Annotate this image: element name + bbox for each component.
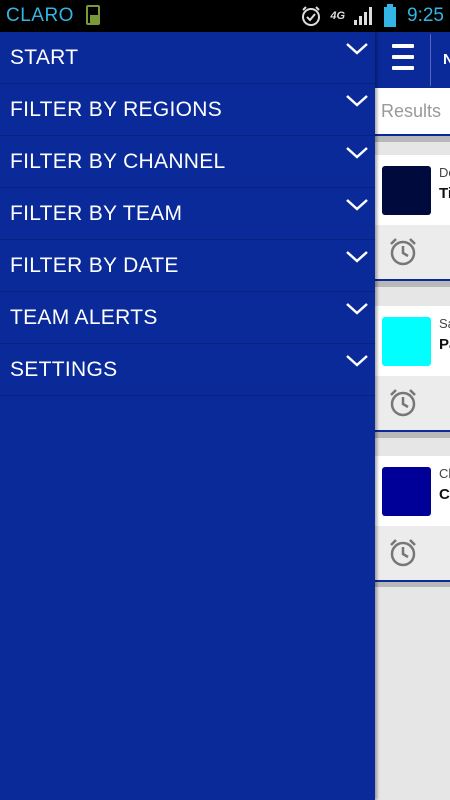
menu-item-filter-by-team[interactable]: FILTER BY TEAM — [0, 188, 375, 240]
menu-item-filter-by-date[interactable]: FILTER BY DATE — [0, 240, 375, 292]
menu-item-label: FILTER BY REGIONS — [10, 97, 223, 121]
team-color-swatch — [382, 317, 431, 366]
menu-item-settings[interactable]: SETTINGS — [0, 344, 375, 396]
battery-icon — [384, 4, 397, 27]
card-divider — [375, 432, 450, 438]
sim-card-icon — [85, 5, 100, 25]
toolbar-title: N — [443, 51, 450, 68]
menu-item-label: SETTINGS — [10, 357, 118, 381]
carrier-name: CLARO — [6, 5, 74, 26]
card-title: Pa — [439, 336, 450, 353]
toolbar-divider — [430, 34, 431, 86]
card-subtitle: Cl — [439, 466, 450, 481]
result-card[interactable]: De Ti — [375, 155, 450, 283]
card-subtitle: Sa — [439, 316, 450, 331]
status-icons: 4G 9:25 — [300, 0, 444, 32]
card-divider — [375, 136, 450, 142]
chevron-down-icon[interactable] — [345, 354, 369, 368]
card-footer — [375, 225, 450, 279]
alarm-clock-icon[interactable] — [388, 237, 418, 267]
chevron-down-icon[interactable] — [345, 146, 369, 160]
alarm-clock-icon[interactable] — [388, 388, 418, 418]
menu-item-start[interactable]: START — [0, 32, 375, 84]
chevron-down-icon[interactable] — [345, 198, 369, 212]
hamburger-menu-icon[interactable] — [392, 44, 414, 76]
card-title: Ti — [439, 185, 450, 202]
card-title: C — [439, 486, 450, 503]
card-footer — [375, 526, 450, 580]
menu-item-label: TEAM ALERTS — [10, 305, 158, 329]
card-divider — [375, 582, 450, 587]
navigation-drawer: START FILTER BY REGIONS FILTER BY CHANNE… — [0, 32, 375, 800]
team-color-swatch — [382, 166, 431, 215]
clock-time: 9:25 — [407, 5, 444, 26]
results-search-input[interactable]: Results — [375, 88, 450, 136]
alarm-clock-icon[interactable] — [388, 538, 418, 568]
chevron-down-icon[interactable] — [345, 302, 369, 316]
result-card[interactable]: Sa Pa — [375, 306, 450, 434]
card-divider — [375, 281, 450, 287]
search-placeholder: Results — [381, 101, 442, 121]
result-card[interactable]: Cl C — [375, 456, 450, 584]
menu-item-filter-by-channel[interactable]: FILTER BY CHANNEL — [0, 136, 375, 188]
menu-item-label: START — [10, 45, 79, 69]
menu-item-team-alerts[interactable]: TEAM ALERTS — [0, 292, 375, 344]
status-bar: CLARO 4G 9:25 — [0, 0, 450, 32]
card-footer — [375, 376, 450, 430]
chevron-down-icon[interactable] — [345, 94, 369, 108]
menu-item-label: FILTER BY DATE — [10, 253, 179, 277]
screen: CLARO 4G 9:25 N Results D T S P C C STAR… — [0, 0, 450, 800]
menu-item-filter-by-regions[interactable]: FILTER BY REGIONS — [0, 84, 375, 136]
app-toolbar: N — [375, 32, 450, 88]
network-4g-icon: 4G — [330, 10, 346, 22]
alarm-clock-icon — [302, 6, 321, 26]
chevron-down-icon[interactable] — [345, 42, 369, 56]
chevron-down-icon[interactable] — [345, 250, 369, 264]
menu-item-label: FILTER BY TEAM — [10, 201, 183, 225]
signal-icon — [354, 7, 373, 25]
team-color-swatch — [382, 467, 431, 516]
card-subtitle: De — [439, 165, 450, 180]
menu-item-label: FILTER BY CHANNEL — [10, 149, 226, 173]
